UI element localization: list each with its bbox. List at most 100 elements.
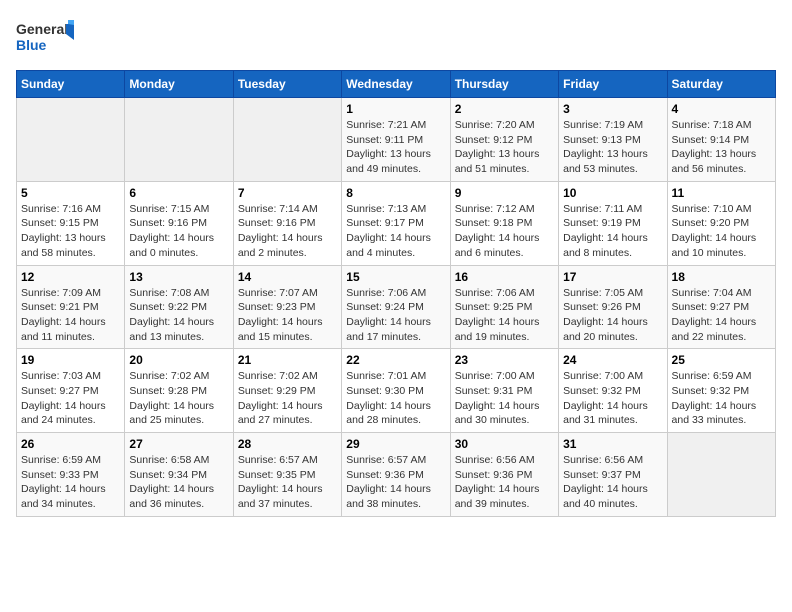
day-number: 16 (455, 270, 554, 284)
day-number: 31 (563, 437, 662, 451)
day-number: 4 (672, 102, 771, 116)
weekday-header-row: SundayMondayTuesdayWednesdayThursdayFrid… (17, 71, 776, 98)
calendar-cell: 3 Sunrise: 7:19 AM Sunset: 9:13 PM Daylig… (559, 98, 667, 182)
day-number: 8 (346, 186, 445, 200)
day-number: 26 (21, 437, 120, 451)
calendar-cell (125, 98, 233, 182)
calendar-cell (667, 433, 775, 517)
day-number: 24 (563, 353, 662, 367)
day-info: Sunrise: 7:06 AM Sunset: 9:24 PM Dayligh… (346, 286, 445, 345)
day-info: Sunrise: 7:02 AM Sunset: 9:29 PM Dayligh… (238, 369, 337, 428)
day-info: Sunrise: 7:11 AM Sunset: 9:19 PM Dayligh… (563, 202, 662, 261)
calendar-cell (17, 98, 125, 182)
day-number: 15 (346, 270, 445, 284)
day-info: Sunrise: 7:05 AM Sunset: 9:26 PM Dayligh… (563, 286, 662, 345)
weekday-header-friday: Friday (559, 71, 667, 98)
day-info: Sunrise: 7:21 AM Sunset: 9:11 PM Dayligh… (346, 118, 445, 177)
day-info: Sunrise: 7:16 AM Sunset: 9:15 PM Dayligh… (21, 202, 120, 261)
day-info: Sunrise: 7:06 AM Sunset: 9:25 PM Dayligh… (455, 286, 554, 345)
week-row-3: 12Sunrise: 7:09 AM Sunset: 9:21 PM Dayli… (17, 265, 776, 349)
day-info: Sunrise: 6:59 AM Sunset: 9:33 PM Dayligh… (21, 453, 120, 512)
calendar-cell: 15 Sunrise: 7:06 AM Sunset: 9:24 PM Dayli… (342, 265, 450, 349)
calendar-cell: 4 Sunrise: 7:18 AM Sunset: 9:14 PM Daylig… (667, 98, 775, 182)
calendar-cell: 16 Sunrise: 7:06 AM Sunset: 9:25 PM Dayli… (450, 265, 558, 349)
day-number: 22 (346, 353, 445, 367)
day-number: 6 (129, 186, 228, 200)
day-info: Sunrise: 7:18 AM Sunset: 9:14 PM Dayligh… (672, 118, 771, 177)
day-number: 21 (238, 353, 337, 367)
day-info: Sunrise: 7:15 AM Sunset: 9:16 PM Dayligh… (129, 202, 228, 261)
calendar-cell: 30 Sunrise: 6:56 AM Sunset: 9:36 PM Dayli… (450, 433, 558, 517)
day-number: 7 (238, 186, 337, 200)
day-info: Sunrise: 6:57 AM Sunset: 9:36 PM Dayligh… (346, 453, 445, 512)
day-info: Sunrise: 7:12 AM Sunset: 9:18 PM Dayligh… (455, 202, 554, 261)
calendar-cell: 29 Sunrise: 6:57 AM Sunset: 9:36 PM Dayli… (342, 433, 450, 517)
day-number: 17 (563, 270, 662, 284)
weekday-header-monday: Monday (125, 71, 233, 98)
day-number: 28 (238, 437, 337, 451)
day-number: 12 (21, 270, 120, 284)
calendar-cell: 5 Sunrise: 7:16 AM Sunset: 9:15 PM Daylig… (17, 181, 125, 265)
calendar-cell: 26 Sunrise: 6:59 AM Sunset: 9:33 PM Dayli… (17, 433, 125, 517)
day-number: 25 (672, 353, 771, 367)
calendar-cell: 9 Sunrise: 7:12 AM Sunset: 9:18 PM Daylig… (450, 181, 558, 265)
svg-text:General: General (16, 21, 68, 37)
day-info: Sunrise: 6:56 AM Sunset: 9:36 PM Dayligh… (455, 453, 554, 512)
calendar-cell: 21 Sunrise: 7:02 AM Sunset: 9:29 PM Dayli… (233, 349, 341, 433)
calendar-cell: 2 Sunrise: 7:20 AM Sunset: 9:12 PM Daylig… (450, 98, 558, 182)
calendar-cell: 23Sunrise: 7:00 AM Sunset: 9:31 PM Dayli… (450, 349, 558, 433)
day-info: Sunrise: 6:56 AM Sunset: 9:37 PM Dayligh… (563, 453, 662, 512)
weekday-header-sunday: Sunday (17, 71, 125, 98)
day-info: Sunrise: 7:00 AM Sunset: 9:32 PM Dayligh… (563, 369, 662, 428)
calendar-cell: 27 Sunrise: 6:58 AM Sunset: 9:34 PM Dayli… (125, 433, 233, 517)
day-info: Sunrise: 7:07 AM Sunset: 9:23 PM Dayligh… (238, 286, 337, 345)
day-number: 13 (129, 270, 228, 284)
calendar-cell: 11Sunrise: 7:10 AM Sunset: 9:20 PM Dayli… (667, 181, 775, 265)
calendar-cell: 28Sunrise: 6:57 AM Sunset: 9:35 PM Dayli… (233, 433, 341, 517)
day-info: Sunrise: 6:58 AM Sunset: 9:34 PM Dayligh… (129, 453, 228, 512)
day-info: Sunrise: 7:01 AM Sunset: 9:30 PM Dayligh… (346, 369, 445, 428)
week-row-1: 1 Sunrise: 7:21 AM Sunset: 9:11 PM Daylig… (17, 98, 776, 182)
calendar-cell: 19Sunrise: 7:03 AM Sunset: 9:27 PM Dayli… (17, 349, 125, 433)
day-number: 30 (455, 437, 554, 451)
calendar-cell: 20Sunrise: 7:02 AM Sunset: 9:28 PM Dayli… (125, 349, 233, 433)
day-info: Sunrise: 7:20 AM Sunset: 9:12 PM Dayligh… (455, 118, 554, 177)
day-number: 29 (346, 437, 445, 451)
calendar-cell: 22 Sunrise: 7:01 AM Sunset: 9:30 PM Dayli… (342, 349, 450, 433)
weekday-header-saturday: Saturday (667, 71, 775, 98)
calendar-cell: 7Sunrise: 7:14 AM Sunset: 9:16 PM Daylig… (233, 181, 341, 265)
day-info: Sunrise: 7:00 AM Sunset: 9:31 PM Dayligh… (455, 369, 554, 428)
logo: GeneralBlue (16, 16, 76, 60)
calendar-cell: 24 Sunrise: 7:00 AM Sunset: 9:32 PM Dayli… (559, 349, 667, 433)
weekday-header-tuesday: Tuesday (233, 71, 341, 98)
day-info: Sunrise: 7:03 AM Sunset: 9:27 PM Dayligh… (21, 369, 120, 428)
calendar-cell: 25Sunrise: 6:59 AM Sunset: 9:32 PM Dayli… (667, 349, 775, 433)
calendar-cell: 13 Sunrise: 7:08 AM Sunset: 9:22 PM Dayli… (125, 265, 233, 349)
day-info: Sunrise: 7:08 AM Sunset: 9:22 PM Dayligh… (129, 286, 228, 345)
calendar-cell (233, 98, 341, 182)
calendar-cell: 6 Sunrise: 7:15 AM Sunset: 9:16 PM Daylig… (125, 181, 233, 265)
day-number: 1 (346, 102, 445, 116)
day-number: 20 (129, 353, 228, 367)
day-number: 3 (563, 102, 662, 116)
calendar-cell: 31 Sunrise: 6:56 AM Sunset: 9:37 PM Dayli… (559, 433, 667, 517)
day-number: 2 (455, 102, 554, 116)
day-info: Sunrise: 7:04 AM Sunset: 9:27 PM Dayligh… (672, 286, 771, 345)
day-info: Sunrise: 7:19 AM Sunset: 9:13 PM Dayligh… (563, 118, 662, 177)
week-row-5: 26 Sunrise: 6:59 AM Sunset: 9:33 PM Dayli… (17, 433, 776, 517)
day-number: 14 (238, 270, 337, 284)
calendar-cell: 18Sunrise: 7:04 AM Sunset: 9:27 PM Dayli… (667, 265, 775, 349)
week-row-2: 5 Sunrise: 7:16 AM Sunset: 9:15 PM Daylig… (17, 181, 776, 265)
svg-text:Blue: Blue (16, 37, 47, 53)
calendar-cell: 1 Sunrise: 7:21 AM Sunset: 9:11 PM Daylig… (342, 98, 450, 182)
week-row-4: 19Sunrise: 7:03 AM Sunset: 9:27 PM Dayli… (17, 349, 776, 433)
day-number: 11 (672, 186, 771, 200)
weekday-header-wednesday: Wednesday (342, 71, 450, 98)
calendar-cell: 14 Sunrise: 7:07 AM Sunset: 9:23 PM Dayli… (233, 265, 341, 349)
day-number: 5 (21, 186, 120, 200)
calendar-table: SundayMondayTuesdayWednesdayThursdayFrid… (16, 70, 776, 517)
calendar-cell: 10Sunrise: 7:11 AM Sunset: 9:19 PM Dayli… (559, 181, 667, 265)
day-number: 9 (455, 186, 554, 200)
day-number: 27 (129, 437, 228, 451)
day-info: Sunrise: 7:13 AM Sunset: 9:17 PM Dayligh… (346, 202, 445, 261)
